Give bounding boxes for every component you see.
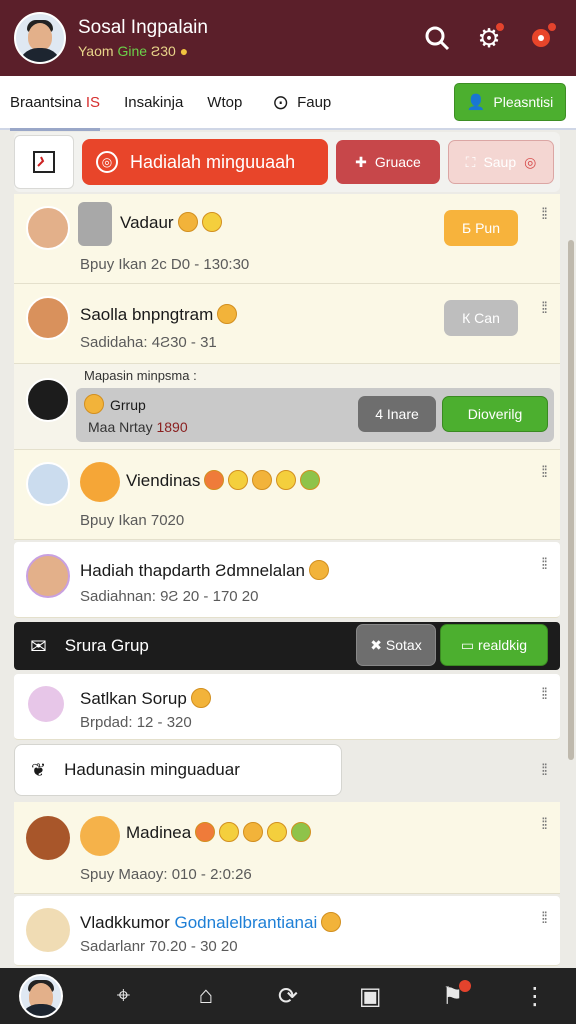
bag-icon <box>78 202 112 246</box>
item-title: Madinea <box>126 822 312 843</box>
bookmark-icon: ⛶ <box>465 153 476 170</box>
tab-bar: Braantsina IS Insakinja Wtop ⊙ Faup 👤 Pl… <box>0 75 576 131</box>
user-subtitle: Yaom Gine Ƨ30 ● <box>78 43 189 59</box>
avatar <box>26 908 70 952</box>
item-title: Viendinas <box>126 470 321 491</box>
avatar <box>26 816 70 860</box>
dioverilg-button[interactable]: Dioverilg <box>442 396 548 432</box>
group-card[interactable]: Grrup Maa Nrtay 1890 4 Inare Dioverilg <box>76 388 554 442</box>
primary-tab-button[interactable]: 👤 Pleasntisi <box>454 83 566 121</box>
item-subtitle: Sadarlanr 70.20 - 30 20 <box>80 938 238 955</box>
mascot-icon <box>80 816 120 856</box>
drag-handle-icon[interactable]: ⁞⁞ <box>541 556 548 574</box>
item-subtitle: Sadidaha: 4Ƨ30 - 31 <box>80 334 217 351</box>
drag-handle-icon[interactable]: ⁞⁞ <box>541 762 548 780</box>
target-icon: ◎ <box>524 153 537 170</box>
edit-icon[interactable] <box>14 135 74 189</box>
item-title: Vadaur <box>120 212 222 233</box>
group-button[interactable]: ✚ Gruace <box>336 140 440 184</box>
drag-handle-icon[interactable]: ⁞⁞ <box>541 816 548 834</box>
tab-wtop[interactable]: Wtop <box>207 75 242 129</box>
list-item[interactable]: Viendinas Bpuy Ikan 7020 ⁞⁞ <box>14 450 560 540</box>
user-name: Sosal Ingpalain <box>78 17 208 38</box>
main-list: ◎ Hadialah minguuaah ✚ Gruace ⛶ Saup ◎ V… <box>14 132 560 967</box>
sync-icon[interactable]: ⟳ <box>266 974 310 1018</box>
primary-action-button[interactable]: ◎ Hadialah minguuaah <box>82 139 328 185</box>
item-title: Hadiah thapdarth Ƨdmnelalan <box>80 560 329 581</box>
avatar <box>26 462 70 506</box>
avatar <box>26 554 70 598</box>
fun-button[interactable]: Б Рun <box>444 210 518 246</box>
avatar <box>26 378 70 422</box>
drag-handle-icon[interactable]: ⁞⁞ <box>541 206 548 224</box>
input-field[interactable]: ❦ Hadunasin minguaduar <box>14 744 342 796</box>
list-item[interactable]: Hadiah thapdarth Ƨdmnelalan Sadiahnan: 9… <box>14 542 560 618</box>
tool-icon[interactable]: ▣ <box>348 974 392 1018</box>
group-header-text: Mapasin minpsma : <box>84 368 197 383</box>
mail-icon: ✉ <box>30 635 47 658</box>
list-item[interactable]: Vladkkumor Godnalelbrantianai Sadarlanr … <box>14 896 560 966</box>
item-subtitle: Bpuy Ikan 2c D0 - 130:30 <box>80 256 250 273</box>
bell-icon[interactable]: ⚑ <box>431 974 475 1018</box>
leaf-icon: ❦ <box>31 759 47 780</box>
tab-insakinja[interactable]: Insakinja <box>124 75 183 129</box>
shop-icon[interactable]: ⌂ <box>184 974 228 1018</box>
list-item[interactable]: Saolla bnpngtram Sadidaha: 4Ƨ30 - 31 К C… <box>14 284 560 364</box>
tab-braantsina[interactable]: Braantsina IS <box>10 75 101 131</box>
avatar <box>26 206 70 250</box>
drag-handle-icon[interactable]: ⁞⁞ <box>541 910 548 928</box>
scrollbar[interactable] <box>568 240 574 760</box>
drag-handle-icon[interactable]: ⁞⁞ <box>541 464 548 482</box>
bottom-nav: ⌖ ⌂ ⟳ ▣ ⚑ ⋮ <box>0 968 576 1024</box>
item-subtitle: Brpdad: 12 - 320 <box>80 714 192 731</box>
item-title: Vladkkumor Godnalelbrantianai <box>80 912 342 933</box>
app-header: Sosal Ingpalain Yaom Gine Ƨ30 ● ⚙ <box>0 0 576 76</box>
list-item: ❦ Hadunasin minguaduar ⁞⁞ <box>14 744 560 798</box>
gear-icon[interactable]: ⚙ <box>468 17 510 59</box>
avatar <box>26 296 70 340</box>
group-title: Grrup <box>84 394 146 414</box>
list-item[interactable]: Satlkan Sorup Brpdad: 12 - 320 ⁞⁞ <box>14 674 560 740</box>
user-info: Sosal Ingpalain Yaom Gine Ƨ30 ● <box>78 17 406 59</box>
inare-button[interactable]: 4 Inare <box>358 396 436 432</box>
user-icon: 👤 <box>466 94 486 111</box>
drag-handle-icon[interactable]: ⁞⁞ <box>541 686 548 704</box>
plus-icon: ✚ <box>355 153 367 170</box>
profile-avatar[interactable] <box>19 974 64 1018</box>
sotax-button[interactable]: ✖ Sotax <box>356 624 436 666</box>
item-title: Satlkan Sorup <box>80 688 211 709</box>
group-subtitle: Maa Nrtay 1890 <box>88 419 188 435</box>
can-button[interactable]: К Can <box>444 300 518 336</box>
user-avatar[interactable] <box>14 12 66 64</box>
item-subtitle: Sadiahnan: 9Ƨ 20 - 170 20 <box>80 588 259 605</box>
more-icon[interactable]: ⋮ <box>513 974 557 1018</box>
bell-icon[interactable] <box>520 17 562 59</box>
target-icon: ◎ <box>96 151 118 173</box>
realdkig-button[interactable]: ▭ realdkig <box>440 624 548 666</box>
search-tab[interactable]: ⊙ Faup <box>272 90 331 115</box>
group-banner[interactable]: ✉ Srura Grup ✖ Sotax ▭ realdkig <box>14 622 560 670</box>
search-icon[interactable] <box>416 17 458 59</box>
drag-handle-icon[interactable]: ⁞⁞ <box>541 300 548 318</box>
toolbar: ◎ Hadialah minguuaah ✚ Gruace ⛶ Saup ◎ <box>14 132 560 192</box>
search-icon: ⊙ <box>272 91 290 114</box>
item-title: Saolla bnpngtram <box>80 304 238 325</box>
item-subtitle: Bpuy Ikan 7020 <box>80 512 185 529</box>
list-item[interactable]: Vadaur Bpuy Ikan 2c D0 - 130:30 Б Рun ⁞⁞ <box>14 194 560 284</box>
location-icon[interactable]: ⌖ <box>101 974 145 1018</box>
item-subtitle: Spuy Maaoy: 010 - 2:0:26 <box>80 866 252 883</box>
cat-avatar <box>28 686 64 722</box>
mascot-icon <box>80 462 120 502</box>
list-item[interactable]: Madinea Spuy Maaoy: 010 - 2:0:26 ⁞⁞ <box>14 802 560 894</box>
group-item[interactable]: Mapasin minpsma : Grrup Maa Nrtay 1890 4… <box>14 364 560 450</box>
saup-button[interactable]: ⛶ Saup ◎ <box>448 140 554 184</box>
